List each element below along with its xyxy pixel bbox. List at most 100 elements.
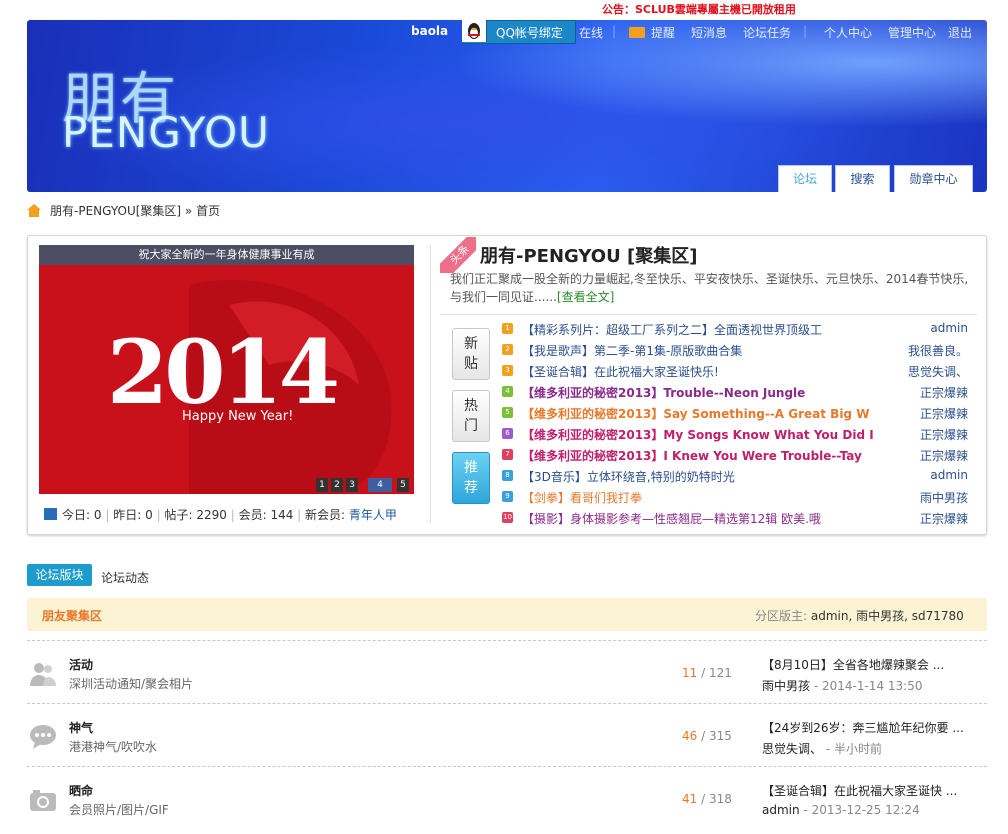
topic-title[interactable]: 【圣诞合辑】在此祝福大家圣诞快乐! [522, 363, 719, 380]
tab-new-posts-label-1: 新 [464, 336, 478, 352]
topic-title[interactable]: 【剑拳】看哥们我打拳 [522, 489, 642, 506]
topic-author[interactable]: 正宗爆辣 [920, 447, 968, 464]
tab-forum-sections[interactable]: 论坛版块 [27, 564, 92, 586]
topic-title[interactable]: 【精彩系列片：超级工厂系列之二】全面透视世界顶级工 [522, 321, 822, 338]
mods-list[interactable]: admin, 雨中男孩, sd71780 [811, 609, 964, 623]
admin-center-link[interactable]: 管理中心 [888, 24, 936, 41]
headline-divider [440, 314, 977, 315]
category-name[interactable]: 朋友聚集区 [42, 607, 102, 624]
last-post-user[interactable]: admin [762, 803, 800, 817]
topic-row[interactable]: 9 【剑拳】看哥们我打拳 雨中男孩 [500, 487, 968, 508]
tab-recommended-label-2: 荐 [464, 480, 478, 496]
last-post-title[interactable]: 【8月10日】全省各地爆辣聚会 ... [762, 658, 944, 672]
topic-row[interactable]: 4 【维多利亚的秘密2013】Trouble--Neon Jungle 正宗爆辣 [500, 382, 968, 403]
headline-desc: 我们正汇聚成一股全新的力量崛起,冬至快乐、平安夜快乐、圣诞快乐、元旦快乐、201… [450, 270, 970, 306]
topic-title[interactable]: 【维多利亚的秘密2013】My Songs Know What You Did … [522, 426, 874, 443]
qq-bind-label[interactable]: QQ帐号绑定 [496, 24, 563, 41]
topic-row[interactable]: 2 【我是歌声】第二季-第1集-原版歌曲合集 我很善良。 [500, 340, 968, 361]
last-post-title[interactable]: 【圣诞合辑】在此祝福大家圣诞快 ... [762, 784, 957, 798]
logout-link[interactable]: 退出 [948, 24, 972, 41]
nav-divider: | [803, 24, 808, 38]
topic-rank-badge: 3 [502, 365, 513, 376]
tab-recommended-label-1: 推 [464, 460, 478, 476]
mods-label: 分区版主: [755, 609, 808, 623]
last-post-user[interactable]: 雨中男孩 [762, 679, 810, 693]
username-link[interactable]: baola [411, 24, 448, 38]
mail-icon[interactable] [629, 27, 645, 38]
pm-link[interactable]: 短消息 [691, 24, 727, 41]
topic-title[interactable]: 【维多利亚的秘密2013】Say Something--A Great Big … [522, 405, 869, 422]
slider-page-1[interactable]: 1 [316, 478, 328, 492]
forum-counts: 46 / 315 [682, 729, 732, 743]
last-post-title[interactable]: 【24岁到26岁：奔三尴尬年纪你要 ... [762, 721, 964, 735]
home-icon[interactable] [27, 204, 41, 217]
remind-link[interactable]: 提醒 [651, 24, 675, 41]
topic-author[interactable]: 思觉失调、 [908, 363, 968, 380]
thread-count: 11 [682, 666, 698, 680]
topic-title[interactable]: 【维多利亚的秘密2013】Trouble--Neon Jungle [522, 384, 805, 401]
site-logo-en[interactable]: PENGYOU [62, 108, 270, 157]
topic-row[interactable]: 6 【维多利亚的秘密2013】My Songs Know What You Did… [500, 424, 968, 445]
members-label: 会员: [238, 508, 267, 522]
topic-title[interactable]: 【3D音乐】立体环绕音,特别的奶特时光 [522, 468, 735, 485]
qq-penguin-icon [462, 20, 487, 42]
topic-author[interactable]: 正宗爆辣 [920, 426, 968, 443]
topic-author[interactable]: 正宗爆辣 [920, 405, 968, 422]
online-status[interactable]: 在线 [579, 24, 603, 41]
user-center-link[interactable]: 个人中心 [824, 24, 872, 41]
people-icon[interactable] [29, 660, 57, 688]
thread-count: 46 [682, 729, 698, 743]
last-post-user[interactable]: 思觉失调、 [762, 742, 822, 756]
forum-name[interactable]: 活动 [69, 656, 93, 673]
site-notice[interactable]: 公告：SCLUB雲端專屬主機已開放租用 [602, 1, 796, 17]
category-moderators: 分区版主: admin, 雨中男孩, sd71780 [755, 607, 964, 624]
slider-page-3[interactable]: 3 [346, 478, 358, 492]
slider-page-4[interactable]: 4 [368, 478, 392, 492]
forum-name[interactable]: 神气 [69, 719, 93, 736]
forum-desc: 深圳活动通知/聚会相片 [69, 677, 194, 691]
topic-author[interactable]: admin [930, 468, 968, 482]
topic-title[interactable]: 【我是歌声】第二季-第1集-原版歌曲合集 [522, 342, 742, 359]
topic-row[interactable]: 5 【维多利亚的秘密2013】Say Something--A Great Big… [500, 403, 968, 424]
forum-desc: 会员照片/图片/GIF [69, 803, 169, 817]
topic-rank-badge: 5 [502, 407, 513, 418]
breadcrumb-site[interactable]: 朋有-PENGYOU[聚集区] [50, 204, 181, 218]
slider-page-2[interactable]: 2 [331, 478, 343, 492]
stats-sep: | [230, 508, 235, 522]
tab-hot[interactable]: 热门 [452, 390, 490, 442]
stats-sep: | [105, 508, 110, 522]
tab-search[interactable]: 搜索 [835, 165, 890, 192]
tasks-link[interactable]: 论坛任务 [743, 24, 791, 41]
forum-row: 晒命 会员照片/图片/GIF 41 / 318 【圣诞合辑】在此祝福大家圣诞快 ...… [27, 774, 987, 834]
topic-row[interactable]: 1 【精彩系列片：超级工厂系列之二】全面透视世界顶级工 admin [500, 319, 968, 340]
topic-author[interactable]: 雨中男孩 [920, 489, 968, 506]
headline-title[interactable]: 朋有-PENGYOU [聚集区] [480, 242, 697, 268]
read-more-link[interactable]: [查看全文] [557, 290, 614, 304]
tab-forum[interactable]: 论坛 [778, 165, 832, 192]
forum-name[interactable]: 晒命 [69, 782, 93, 799]
topic-title[interactable]: 【摄影】身体摄影参考—性感翘屁—精选第12辑 欧美.哦 [522, 510, 821, 527]
topic-row[interactable]: 10 【摄影】身体摄影参考—性感翘屁—精选第12辑 欧美.哦 正宗爆辣 [500, 508, 968, 529]
camera-icon[interactable] [29, 786, 57, 814]
topic-row[interactable]: 7 【维多利亚的秘密2013】I Knew You Were Trouble--T… [500, 445, 968, 466]
tab-medals[interactable]: 勋章中心 [894, 165, 973, 192]
topic-rank-badge: 6 [502, 428, 513, 439]
topic-author[interactable]: 正宗爆辣 [920, 384, 968, 401]
topic-title[interactable]: 【维多利亚的秘密2013】I Knew You Were Trouble--Ta… [522, 447, 862, 464]
topic-row[interactable]: 8 【3D音乐】立体环绕音,特别的奶特时光 admin [500, 466, 968, 487]
slider-page-5[interactable]: 5 [397, 478, 409, 492]
tab-recommended[interactable]: 推荐 [452, 452, 490, 504]
chat-icon[interactable] [29, 723, 57, 751]
topic-row[interactable]: 3 【圣诞合辑】在此祝福大家圣诞快乐! 思觉失调、 [500, 361, 968, 382]
headline-desc-text: 我们正汇聚成一股全新的力量崛起,冬至快乐、平安夜快乐、圣诞快乐、元旦快乐、201… [450, 272, 969, 304]
tab-forum-activity[interactable]: 论坛动态 [101, 569, 149, 586]
forum-row: 神气 港港神气/吹吹水 46 / 315 【24岁到26岁：奔三尴尬年纪你要 ... 思… [27, 711, 987, 771]
tab-new-posts-label-2: 贴 [464, 356, 478, 372]
topic-rank-badge: 10 [502, 512, 513, 523]
topic-author[interactable]: 正宗爆辣 [920, 510, 968, 527]
post-count: 121 [708, 666, 732, 680]
newest-member-link[interactable]: 青年人甲 [349, 508, 397, 522]
tab-new-posts[interactable]: 新贴 [452, 328, 490, 380]
topic-author[interactable]: 我很善良。 [908, 342, 968, 359]
topic-author[interactable]: admin [930, 321, 968, 335]
